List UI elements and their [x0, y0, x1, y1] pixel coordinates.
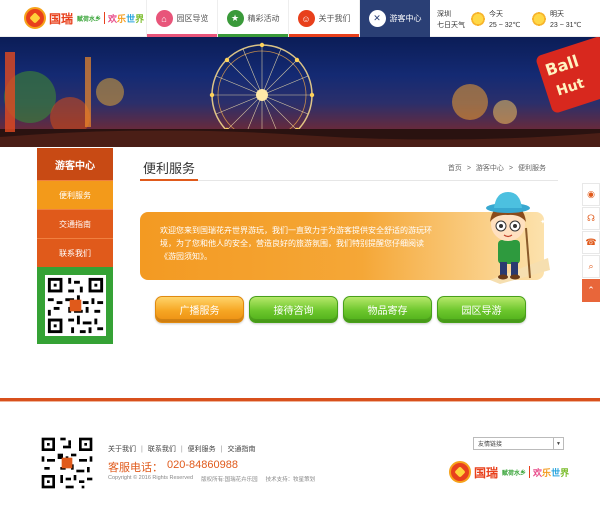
footer-link-separator: |	[220, 445, 223, 453]
main-content: 便利服务 首页 > 游客中心 > 便利服务 欢迎您来到国瑞花卉世界游玩，我们一直…	[140, 148, 558, 344]
nav-label: 园区导览	[176, 14, 209, 23]
phone-icon[interactable]: ☎	[582, 231, 600, 254]
footer-link-contact[interactable]: 联系我们	[148, 444, 176, 454]
luggage-storage-button[interactable]: 物品寄存	[343, 296, 432, 323]
weather-city: 深圳 七日天气	[437, 11, 465, 31]
hero-banner: Ball Hut	[0, 37, 600, 147]
footer-links: 关于我们 | 联系我们 | 便利服务 | 交通指南	[108, 444, 255, 454]
friend-links-select[interactable]: 友情链接 ▼	[473, 437, 564, 450]
footer-link-services[interactable]: 便利服务	[188, 444, 216, 454]
logo-slogan: 赋荷水乡	[77, 16, 102, 23]
sun-icon	[470, 11, 486, 27]
breadcrumb-home[interactable]: 首页	[448, 163, 462, 173]
search-icon[interactable]: ⌕	[582, 255, 600, 278]
title-accent	[140, 179, 198, 181]
weather-today: 今天 25 ~ 32℃	[489, 11, 521, 29]
site-header: 国瑞 赋荷水乡 欢乐世界 ⌂ 园区导览 ★ 精彩活动 ☺ 关于我们 ✕ 游客中心…	[0, 0, 600, 37]
main-nav: ⌂ 园区导览 ★ 精彩活动 ☺ 关于我们 ✕ 游客中心	[146, 0, 430, 37]
sidebar-title: 游客中心	[37, 148, 113, 180]
broadcast-service-button[interactable]: 广播服务	[155, 296, 244, 323]
amusement-park-illustration: Ball Hut	[0, 37, 600, 147]
floating-toolbar: ◉ ☊ ☎ ⌕ ⌃	[582, 183, 600, 303]
friend-links-label: 友情链接	[478, 442, 503, 448]
mascot-illustration: ✦ ✦	[486, 192, 550, 284]
chevron-right-icon: >	[508, 164, 513, 172]
copyright-text: Copyright © 2016 Rights Reserved	[108, 475, 194, 481]
copyright: Copyright © 2016 Rights Reserved 版权所有:国瑞…	[108, 475, 315, 483]
customer-hotline: 客服电话： 020-84860988	[108, 459, 238, 475]
logo-world: 欢乐世界	[108, 13, 145, 24]
breadcrumb-visitor-center[interactable]: 游客中心	[476, 163, 504, 173]
breadcrumb-current: 便利服务	[518, 165, 546, 172]
house-icon: ⌂	[155, 10, 173, 27]
notice-text: 欢迎您来到国瑞花卉世界游玩，我们一直致力于为游客提供安全舒适的游玩环境，为了您和…	[160, 226, 432, 261]
welcome-notice: 欢迎您来到国瑞花卉世界游玩，我们一直致力于为游客提供安全舒适的游玩环境，为了您和…	[140, 192, 550, 284]
nav-label: 游客中心	[389, 14, 422, 23]
logo-slogan: 赋荷水乡	[502, 470, 527, 477]
page-title: 便利服务	[143, 161, 196, 176]
park-guide-button[interactable]: 园区导游	[437, 296, 526, 323]
qr-code-icon	[44, 275, 106, 336]
nav-events[interactable]: ★ 精彩活动	[217, 0, 288, 37]
footer-link-separator: |	[141, 445, 143, 453]
svg-text:✦: ✦	[534, 196, 542, 207]
hotline-number: 020-84860988	[167, 459, 238, 471]
chevron-down-icon: ▼	[553, 438, 563, 449]
sidebar-item-traffic[interactable]: 交通指南	[37, 209, 113, 238]
sidebar: 游客中心 便利服务 交通指南 联系我们	[37, 148, 113, 344]
star-icon: ★	[226, 10, 244, 27]
tech-support: 技术支持：牧星策划	[265, 477, 316, 483]
logo-badge-icon	[24, 7, 46, 29]
breadcrumb: 首页 > 游客中心 > 便利服务	[448, 163, 546, 173]
wechat-icon[interactable]: ☊	[582, 207, 600, 230]
weather-source-link[interactable]: 七日天气	[437, 20, 465, 31]
sun-icon	[531, 11, 547, 27]
sidebar-qr-panel	[37, 267, 113, 344]
logo-brand: 国瑞	[49, 11, 74, 26]
weather-tomorrow: 明天 23 ~ 31℃	[550, 11, 582, 29]
nav-visitor-center[interactable]: ✕ 游客中心	[359, 0, 430, 37]
logo-divider	[104, 12, 106, 24]
nav-label: 精彩活动	[247, 14, 280, 23]
wrench-icon: ✕	[368, 10, 386, 27]
sidebar-item-contact[interactable]: 联系我们	[37, 238, 113, 267]
footer-link-traffic[interactable]: 交通指南	[227, 444, 255, 454]
footer-link-separator: |	[180, 445, 183, 453]
chevron-right-icon: >	[466, 164, 471, 172]
footer-link-about[interactable]: 关于我们	[108, 444, 136, 454]
footer-qr-code-icon	[39, 435, 95, 491]
svg-text:✦: ✦	[540, 218, 546, 226]
logo-world: 欢乐世界	[533, 467, 570, 478]
title-divider	[140, 180, 558, 181]
footer-divider-thin	[0, 401, 600, 402]
nav-about[interactable]: ☺ 关于我们	[288, 0, 359, 37]
site-logo[interactable]: 国瑞 赋荷水乡 欢乐世界	[24, 7, 144, 29]
weather-widget: 深圳 七日天气 今天 25 ~ 32℃ 明天 23 ~ 31℃	[437, 4, 597, 34]
reception-consult-button[interactable]: 接待咨询	[249, 296, 338, 323]
copyright-owner: 版权所有:国瑞花卉乐园	[201, 477, 258, 483]
person-icon: ☺	[297, 10, 315, 27]
service-buttons: 广播服务 接待咨询 物品寄存 园区导游	[155, 296, 526, 323]
nav-park-guide[interactable]: ⌂ 园区导览	[146, 0, 217, 37]
logo-divider	[529, 466, 531, 478]
hotline-label: 客服电话：	[108, 462, 163, 474]
logo-brand: 国瑞	[474, 465, 499, 480]
logo-badge-icon	[449, 461, 471, 483]
back-to-top-icon[interactable]: ⌃	[582, 279, 600, 302]
footer-logo[interactable]: 国瑞 赋荷水乡 欢乐世界	[449, 461, 569, 483]
sidebar-item-services[interactable]: 便利服务	[37, 180, 113, 209]
nav-label: 关于我们	[318, 14, 351, 23]
weibo-icon[interactable]: ◉	[582, 183, 600, 206]
